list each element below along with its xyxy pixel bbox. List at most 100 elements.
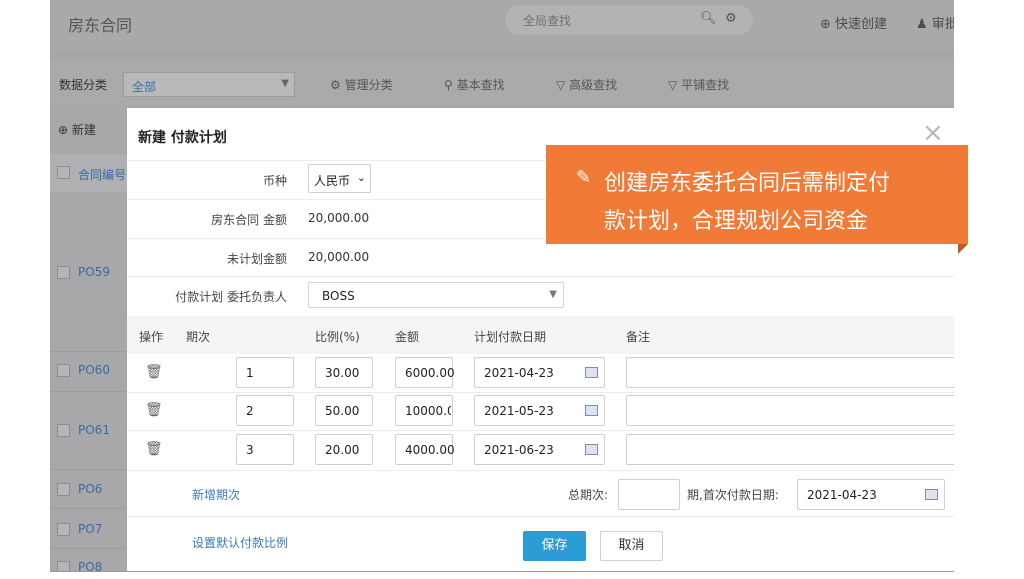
ratio-value: 30.00 xyxy=(325,366,360,380)
callout-line-1: 创建房东委托合同后需制定付 xyxy=(604,171,891,196)
date-value: 2021-06-23 xyxy=(484,443,554,457)
currency-select[interactable]: 人民币 ⌄ xyxy=(308,164,371,193)
row-checkbox[interactable] xyxy=(57,266,70,279)
unplanned-amount-value: 20,000.00 xyxy=(308,250,370,264)
row-divider xyxy=(50,391,128,392)
quick-create-button[interactable]: ⊕ 快速创建 xyxy=(820,13,887,32)
row-checkbox[interactable] xyxy=(57,364,70,377)
total-periods-label: 总期次: xyxy=(568,488,609,502)
divider xyxy=(127,430,954,431)
amount-input[interactable]: 4000.00 xyxy=(395,434,455,465)
ratio-input[interactable]: 30.00 xyxy=(315,357,373,388)
ratio-input[interactable]: 20.00 xyxy=(315,434,373,465)
date-value: 2021-04-23 xyxy=(484,366,554,380)
flat-search-button[interactable]: ▽ 平铺查找 xyxy=(668,76,729,93)
select-all-checkbox[interactable] xyxy=(57,166,70,179)
table-row-id[interactable]: PO7 xyxy=(78,522,102,536)
gear-icon[interactable]: ⚙ xyxy=(725,11,737,26)
date-input[interactable]: 2021-05-23 xyxy=(474,395,605,426)
period-input[interactable]: 1 xyxy=(236,357,294,388)
row-checkbox[interactable] xyxy=(57,483,70,496)
user-icon: ♟ xyxy=(916,17,928,32)
currency-label: 币种 xyxy=(262,174,287,188)
search-icon[interactable]: 🔍︎ xyxy=(700,11,717,26)
row-divider xyxy=(50,469,128,470)
row-divider xyxy=(50,508,128,509)
amount-input[interactable]: 6000.00 xyxy=(395,357,455,388)
advanced-search-button[interactable]: ▽ 高级查找 xyxy=(556,76,617,93)
audit-button[interactable]: ♟ 审批 xyxy=(916,13,954,32)
calendar-icon[interactable] xyxy=(585,444,598,455)
note-textarea[interactable]: ⇲ xyxy=(626,395,954,426)
trash-icon[interactable]: 🗑︎ xyxy=(145,402,163,418)
table-row-id[interactable]: PO8 xyxy=(78,560,102,571)
col-amount: 金额 xyxy=(395,330,420,344)
new-button[interactable]: ⊕ 新建 xyxy=(58,121,96,138)
callout-line-2: 款计划，合理规划公司资金 xyxy=(604,209,869,234)
add-period-link[interactable]: 新增期次 xyxy=(192,486,240,503)
col-op: 操作 xyxy=(139,330,164,344)
filter-icon: ▽ xyxy=(556,78,566,92)
note-textarea[interactable]: ⇲ xyxy=(626,434,954,465)
app-window: 房东合同 全局查找 🔍︎ ⚙ ⊕ 快速创建 ♟ 审批 数据分类 全部 ▼ ⚙ 管… xyxy=(50,0,954,572)
default-ratio-link[interactable]: 设置默认付款比例 xyxy=(192,534,288,551)
first-date-input[interactable]: 2021-04-23 xyxy=(797,479,945,510)
row-divider xyxy=(50,548,128,549)
contract-no-header[interactable]: 合同编号 xyxy=(78,166,126,183)
page-title: 房东合同 xyxy=(68,16,133,35)
calendar-icon[interactable] xyxy=(585,405,598,416)
divider xyxy=(127,516,954,517)
manage-category-button[interactable]: ⚙ 管理分类 xyxy=(330,76,393,93)
filter-list-icon: ▽ xyxy=(668,78,678,92)
table-row-id[interactable]: PO60 xyxy=(78,363,110,377)
basic-search-label: 基本查找 xyxy=(456,78,505,92)
category-value: 全部 xyxy=(132,80,157,94)
note-textarea[interactable]: ⇲ xyxy=(626,357,954,388)
dialog-title: 新建 付款计划 xyxy=(138,130,227,146)
row-divider xyxy=(50,351,128,352)
table-row-id[interactable]: PO61 xyxy=(78,423,110,437)
amount-value: 4000.00 xyxy=(405,443,455,457)
divider xyxy=(127,470,954,471)
period-value: 3 xyxy=(246,443,254,457)
calendar-icon[interactable] xyxy=(585,367,598,378)
row-checkbox[interactable] xyxy=(57,561,70,571)
calendar-icon[interactable] xyxy=(925,489,938,500)
table-row-id[interactable]: PO6 xyxy=(78,482,102,496)
plan-table-header: 操作 期次 比例(%) 金额 计划付款日期 备注 xyxy=(127,316,954,354)
audit-label: 审批 xyxy=(931,17,954,32)
first-date-label: 期,首次付款日期: xyxy=(687,488,779,502)
col-ratio: 比例(%) xyxy=(315,330,360,344)
total-periods-input[interactable] xyxy=(618,479,680,510)
row-checkbox[interactable] xyxy=(57,523,70,536)
owner-value: BOSS xyxy=(322,289,355,303)
megaphone-icon: ✎ xyxy=(576,167,592,188)
save-button[interactable]: 保存 xyxy=(523,531,586,561)
amount-input[interactable]: 10000.00 xyxy=(395,395,453,426)
ratio-value: 50.00 xyxy=(325,404,360,418)
period-input[interactable]: 2 xyxy=(236,395,294,426)
ratio-input[interactable]: 50.00 xyxy=(315,395,373,426)
owner-select[interactable]: BOSS ▼ xyxy=(308,282,564,308)
period-input[interactable]: 3 xyxy=(236,434,294,465)
trash-icon[interactable]: 🗑︎ xyxy=(145,441,163,457)
close-icon[interactable]: × xyxy=(922,118,944,148)
callout-fold xyxy=(958,244,968,254)
col-note: 备注 xyxy=(626,330,651,344)
category-select[interactable]: 全部 ▼ xyxy=(123,72,295,97)
first-date-value: 2021-04-23 xyxy=(807,488,877,502)
col-period: 期次 xyxy=(186,330,211,344)
cancel-button[interactable]: 取消 xyxy=(600,531,663,561)
date-input[interactable]: 2021-04-23 xyxy=(474,357,605,388)
trash-icon[interactable]: 🗑︎ xyxy=(145,364,163,380)
quick-create-label: 快速创建 xyxy=(835,17,888,32)
search-icon: ⚲ xyxy=(444,78,453,92)
new-label: 新建 xyxy=(71,123,96,137)
date-input[interactable]: 2021-06-23 xyxy=(474,434,605,465)
row-checkbox[interactable] xyxy=(57,424,70,437)
filter-bar: 数据分类 全部 ▼ ⚙ 管理分类 ⚲ 基本查找 ▽ 高级查找 ▽ 平铺查找 xyxy=(50,58,954,106)
table-row-id[interactable]: PO59 xyxy=(78,265,110,279)
basic-search-button[interactable]: ⚲ 基本查找 xyxy=(444,76,505,93)
search-placeholder: 全局查找 xyxy=(523,14,572,28)
global-search-input[interactable]: 全局查找 🔍︎ ⚙ xyxy=(505,5,753,35)
